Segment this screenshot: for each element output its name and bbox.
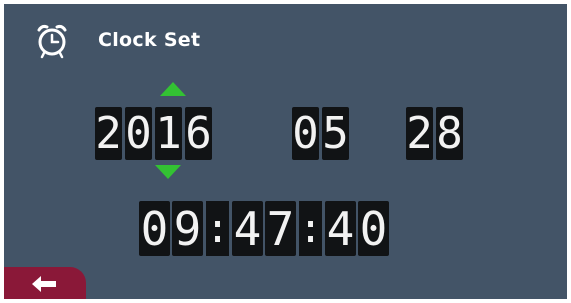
day-digit[interactable]: 2 — [406, 107, 433, 160]
minute-digit[interactable]: 7 — [265, 201, 296, 256]
day-digit[interactable]: 8 — [436, 107, 463, 160]
hour-digit[interactable]: 9 — [172, 201, 203, 256]
clock-set-screen: Clock Set 2 0 1 6 0 5 2 8 0 9 : 4 7 : 4 … — [4, 4, 567, 299]
month-digit[interactable]: 0 — [292, 107, 319, 160]
header: Clock Set — [32, 20, 200, 60]
year-digit[interactable]: 6 — [185, 107, 212, 160]
year-digit[interactable]: 0 — [125, 107, 152, 160]
second-digit[interactable]: 0 — [358, 201, 389, 256]
minute-digit[interactable]: 4 — [232, 201, 263, 256]
arrow-up-icon[interactable] — [160, 82, 186, 96]
hour-digit[interactable]: 0 — [139, 201, 170, 256]
alarm-clock-icon — [37, 24, 67, 59]
year-digit[interactable]: 2 — [95, 107, 122, 160]
year-digit[interactable]: 1 — [155, 107, 182, 160]
arrow-down-icon[interactable] — [155, 165, 181, 179]
back-button[interactable] — [4, 267, 86, 299]
time-separator: : — [298, 201, 323, 256]
page-title: Clock Set — [98, 29, 201, 51]
back-arrow-icon — [32, 276, 56, 292]
month-digit[interactable]: 5 — [322, 107, 349, 160]
second-digit[interactable]: 4 — [325, 201, 356, 256]
time-separator: : — [205, 201, 230, 256]
